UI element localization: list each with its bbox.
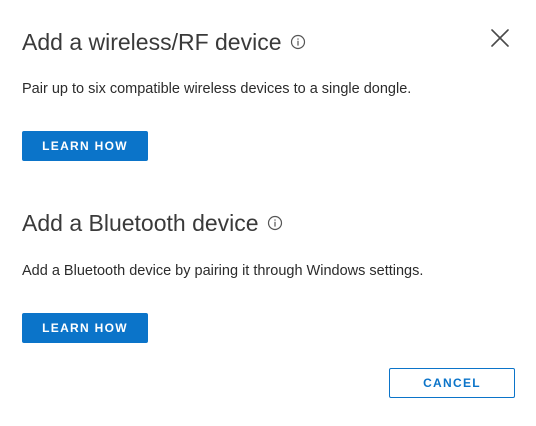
close-button[interactable] — [486, 24, 514, 52]
wireless-learn-how-button[interactable]: LEARN HOW — [22, 131, 148, 161]
close-icon — [491, 29, 509, 47]
bluetooth-section-description: Add a Bluetooth device by pairing it thr… — [22, 263, 424, 279]
info-icon[interactable] — [267, 215, 283, 231]
bluetooth-section-title-text: Add a Bluetooth device — [22, 210, 259, 236]
cancel-button[interactable]: CANCEL — [389, 368, 515, 398]
info-icon[interactable] — [290, 34, 306, 50]
wireless-section-description: Pair up to six compatible wireless devic… — [22, 81, 412, 97]
wireless-section-title-text: Add a wireless/RF device — [22, 29, 282, 55]
bluetooth-section-title: Add a Bluetooth device — [22, 208, 283, 238]
add-device-dialog: Add a wireless/RF device Pair up to six … — [0, 0, 536, 426]
bluetooth-learn-how-button[interactable]: LEARN HOW — [22, 313, 148, 343]
wireless-section-title: Add a wireless/RF device — [22, 27, 306, 57]
